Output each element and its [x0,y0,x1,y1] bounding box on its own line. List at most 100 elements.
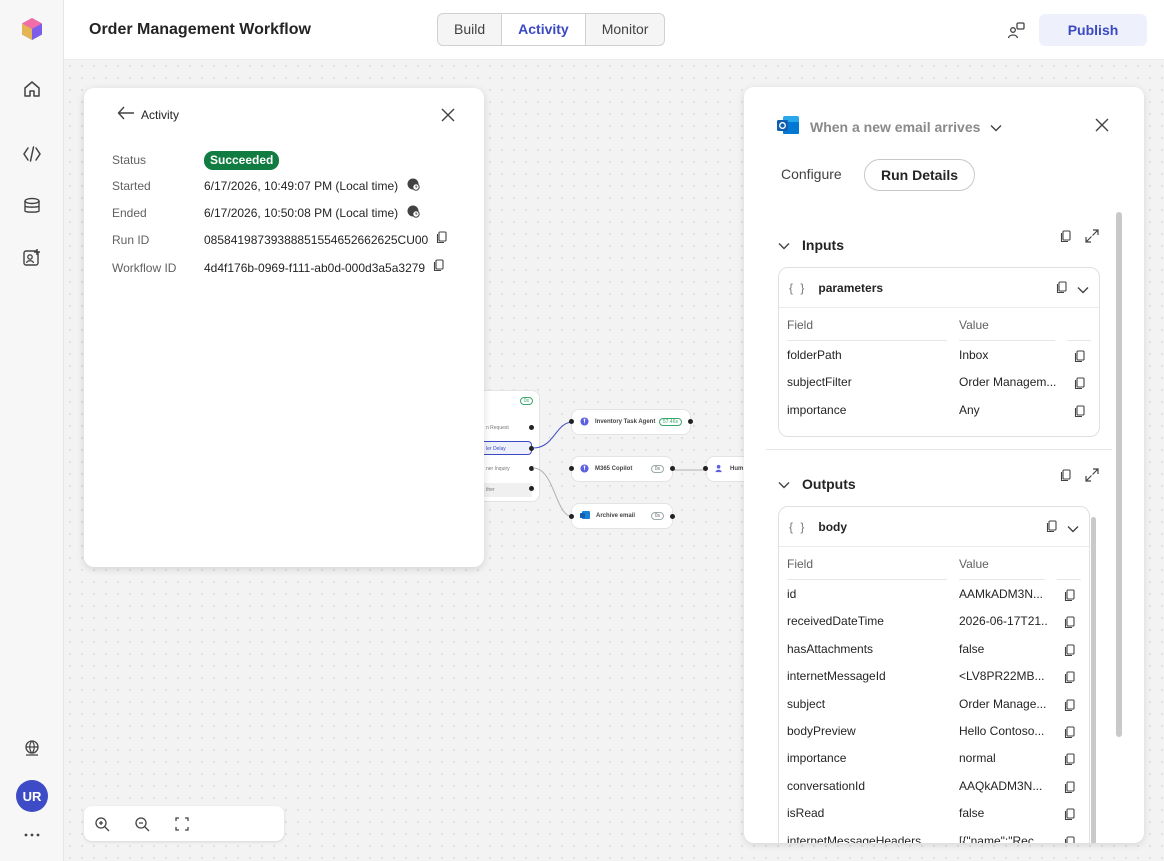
timezone-globe-icon[interactable] [406,204,420,223]
page-title: Order Management Workflow [89,21,311,38]
col-field-header: Field [787,318,814,332]
trigger-title: When a new email arrives [810,118,981,135]
tab-monitor[interactable]: Monitor [586,14,665,45]
field-name: folderPath [787,348,842,362]
agent-icon [580,416,589,428]
field-name: subject [787,696,826,711]
globe-icon[interactable] [20,736,44,760]
app-logo-icon[interactable] [20,17,44,41]
close-icon[interactable] [1093,116,1111,134]
copy-icon[interactable] [1064,671,1076,684]
field-name: id [787,587,797,601]
switch-case[interactable]: n Request [484,421,532,435]
copy-icon[interactable] [1060,469,1076,485]
inputs-parameters-box: { } parameters Field Value folderPath In… [778,267,1100,437]
copy-icon[interactable] [1064,781,1076,793]
outlook-icon [580,510,590,522]
activity-card: Activity Status Succeeded Started 6/17/2… [84,88,484,567]
switch-case[interactable]: ner Inquiry [484,462,532,476]
more-icon[interactable] [20,823,44,847]
workflow-id-label: Workflow ID [112,261,177,275]
field-value: Any [959,403,980,417]
copy-icon[interactable] [1064,753,1076,766]
copy-icon[interactable] [1064,726,1076,739]
activity-back-button[interactable]: Activity [117,106,179,123]
outlook-icon [776,114,800,139]
copy-icon[interactable] [1064,699,1076,711]
copy-icon[interactable] [1060,230,1076,246]
field-value: 2026-06-17T21... [959,614,1047,629]
field-value: AAMkADM3N... [959,587,1044,601]
expand-icon[interactable] [1085,229,1101,245]
node-archive-email[interactable]: Archive email 0s [571,503,673,529]
view-tabs: Build Activity Monitor [437,13,666,46]
database-icon[interactable] [20,194,44,218]
field-value: false [959,641,985,656]
inputs-section-toggle[interactable]: Inputs [778,237,844,253]
home-icon[interactable] [20,77,44,101]
copy-icon[interactable] [1074,350,1086,363]
zoom-in-icon[interactable] [93,815,111,833]
outputs-body-box: { } body Field Value id AAMkADM3N... recei… [778,506,1090,843]
publish-button[interactable]: Publish [1039,14,1147,46]
field-value: AAQkADM3N... [959,778,1043,793]
started-value: 6/17/2026, 10:49:07 PM (Local time) [204,179,399,193]
copy-icon[interactable] [433,259,445,277]
panel-scrollbar[interactable] [1116,212,1122,737]
body-header[interactable]: { } body [779,507,1089,547]
connector-dot [569,466,574,471]
field-name: subjectFilter [787,375,852,389]
copy-icon[interactable] [1046,520,1058,536]
zoom-out-icon[interactable] [133,815,151,833]
left-rail: UR [0,0,64,861]
chevron-down-icon [990,119,1002,135]
copy-icon[interactable] [1056,281,1068,297]
add-agent-icon[interactable] [20,246,44,270]
field-name: isRead [787,806,825,821]
chevron-down-icon[interactable] [1067,522,1079,536]
trigger-title-dropdown[interactable]: When a new email arrives [776,114,1002,139]
copy-icon[interactable] [1074,377,1086,390]
field-value: <LV8PR22MB... [959,669,1045,684]
outputs-heading: Outputs [802,476,856,492]
copy-icon[interactable] [1064,644,1076,656]
node-m365-copilot[interactable]: M365 Copilot 0s [571,456,673,482]
ended-label: Ended [112,206,147,220]
braces-icon: { } [789,519,807,534]
outputs-section-toggle[interactable]: Outputs [778,476,856,492]
chevron-down-icon[interactable] [1077,283,1089,297]
parameters-header[interactable]: { } parameters [779,268,1099,308]
copy-icon[interactable] [436,231,448,249]
node-inventory-task-agent[interactable]: Inventory Task Agent 57.46s [571,409,691,435]
copy-icon[interactable] [1064,589,1076,602]
copy-icon[interactable] [1064,808,1076,821]
close-icon[interactable] [439,106,457,124]
share-icon[interactable] [1006,21,1026,41]
people-icon [715,464,724,475]
field-value: [{"name":"Rec... [959,833,1044,843]
field-name: importance [787,403,847,417]
expand-icon[interactable] [1085,468,1101,484]
fit-view-icon[interactable] [173,815,191,833]
tab-build[interactable]: Build [438,14,503,45]
node-status-badge: 0s [650,512,664,520]
copy-icon[interactable] [1064,836,1076,843]
copy-icon[interactable] [1064,616,1076,629]
switch-case[interactable]: ler Delay [484,441,532,455]
tab-run-details[interactable]: Run Details [864,159,976,191]
switch-case[interactable]: ther [484,483,532,497]
copy-icon[interactable] [1074,405,1086,418]
field-value: Order Managem... [959,375,1057,389]
field-name: bodyPreview [787,724,856,738]
avatar[interactable]: UR [16,780,48,812]
field-name: internetMessageId [787,669,886,684]
trigger-details-panel: When a new email arrives Configure Run D… [744,87,1144,843]
outputs-scrollbar[interactable] [1091,517,1096,843]
arrow-left-icon [117,106,135,123]
switch-status-badge: 0s [519,397,533,405]
tab-activity[interactable]: Activity [502,14,586,45]
field-value: Inbox [959,348,989,362]
code-icon[interactable] [20,142,44,166]
timezone-globe-icon[interactable] [406,177,420,196]
tab-configure[interactable]: Configure [765,159,858,191]
